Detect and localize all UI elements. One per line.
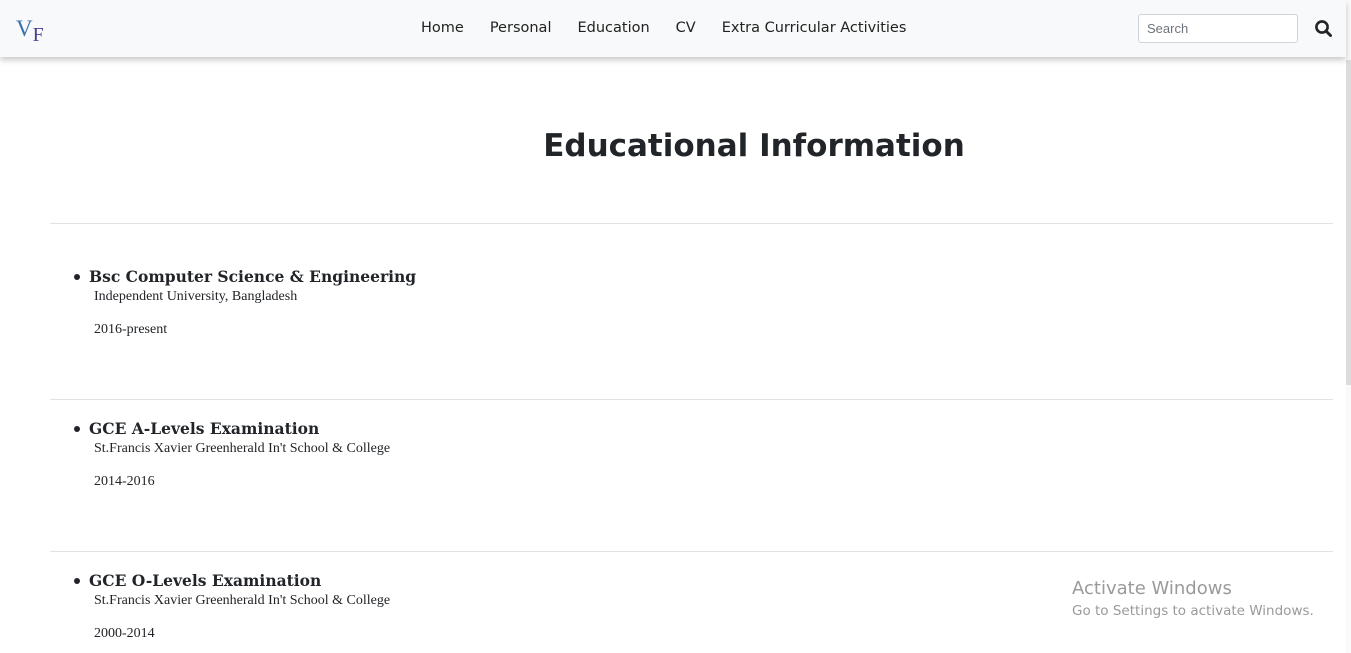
education-item: Bsc Computer Science & Engineering Indep… bbox=[74, 267, 416, 338]
nav-link-personal[interactable]: Personal bbox=[490, 20, 552, 36]
education-item: GCE A-Levels Examination St.Francis Xavi… bbox=[74, 419, 390, 490]
education-institution: St.Francis Xavier Greenherald In't Schoo… bbox=[94, 593, 391, 608]
brand-logo[interactable]: VF bbox=[16, 16, 44, 45]
education-institution: Independent University, Bangladesh bbox=[94, 289, 298, 304]
watermark-subtitle: Go to Settings to activate Windows. bbox=[1072, 603, 1314, 619]
education-institution: St.Francis Xavier Greenherald In't Schoo… bbox=[94, 441, 391, 456]
section-divider bbox=[50, 223, 1333, 224]
nav-links: Home Personal Education CV Extra Curricu… bbox=[421, 20, 932, 36]
education-years: 2016-present bbox=[94, 322, 168, 337]
education-degree: GCE A-Levels Examination bbox=[74, 419, 390, 438]
search-icon bbox=[1315, 20, 1332, 37]
education-years: 2014-2016 bbox=[94, 474, 155, 489]
watermark-title: Activate Windows bbox=[1072, 578, 1232, 599]
education-degree: Bsc Computer Science & Engineering bbox=[74, 267, 416, 286]
page-title: Educational Information bbox=[543, 128, 965, 164]
logo-letter-f: F bbox=[32, 24, 44, 46]
logo-letter-v: V bbox=[16, 16, 33, 41]
nav-link-extra-curricular[interactable]: Extra Curricular Activities bbox=[722, 20, 907, 36]
navbar: VF Home Personal Education CV Extra Curr… bbox=[0, 0, 1346, 57]
nav-link-education[interactable]: Education bbox=[577, 20, 649, 36]
section-divider bbox=[50, 551, 1333, 552]
education-degree: GCE O-Levels Examination bbox=[74, 571, 390, 590]
section-divider bbox=[50, 399, 1333, 400]
education-years: 2000-2014 bbox=[94, 626, 155, 641]
nav-link-home[interactable]: Home bbox=[421, 20, 464, 36]
scrollbar-thumb[interactable] bbox=[1346, 60, 1351, 385]
nav-link-cv[interactable]: CV bbox=[676, 20, 696, 36]
education-item: GCE O-Levels Examination St.Francis Xavi… bbox=[74, 571, 390, 642]
search-input[interactable] bbox=[1138, 14, 1298, 43]
activate-windows-watermark: Activate Windows Go to Settings to activ… bbox=[1072, 578, 1314, 619]
search-button[interactable] bbox=[1313, 18, 1335, 40]
